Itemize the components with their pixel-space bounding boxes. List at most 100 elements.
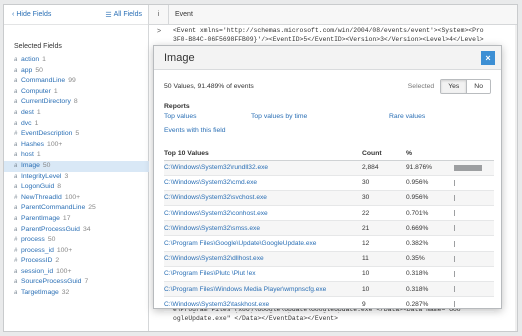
field-name[interactable]: SourceProcessGuid: [21, 277, 81, 288]
events-header: i Event: [149, 5, 517, 25]
field-item[interactable]: a Computer 1: [14, 87, 148, 98]
value-cell[interactable]: C:\Program Files\Windows Media Player\wm…: [164, 281, 362, 298]
field-item[interactable]: a session_id 100+: [14, 267, 148, 278]
value-cell[interactable]: C:\Windows\System32\svchost.exe: [164, 190, 362, 207]
table-row[interactable]: C:\Windows\System32\conhost.exe 22 0.701%: [164, 205, 494, 222]
field-type-icon: a: [14, 99, 18, 106]
info-column-header[interactable]: i: [149, 5, 169, 24]
field-count: 8: [57, 183, 62, 191]
table-row[interactable]: C:\Program Files\Plutc \Plut !ex 10 0.318%: [164, 266, 494, 283]
field-name[interactable]: process: [21, 235, 45, 246]
field-name[interactable]: ProcessID: [21, 256, 52, 267]
field-name[interactable]: dvc: [21, 119, 32, 130]
field-item[interactable]: a host 1: [14, 150, 148, 161]
expand-caret-icon[interactable]: >: [149, 26, 169, 46]
top-values-by-time-link[interactable]: Top values by time: [251, 113, 307, 120]
field-item[interactable]: a CommandLine 99: [14, 76, 148, 87]
field-type-icon: a: [14, 120, 18, 127]
table-row[interactable]: C:\Windows\System32\svchost.exe 30 0.956%: [164, 190, 494, 207]
table-row[interactable]: C:\Windows\System32\taskhost.exe 9 0.287%: [164, 296, 494, 313]
bar-cell: [454, 220, 494, 237]
field-name[interactable]: process_id: [21, 246, 54, 257]
value-cell[interactable]: C:\Windows\System32\cmd.exe: [164, 175, 362, 191]
no-button[interactable]: No: [467, 79, 490, 93]
field-item[interactable]: a SourceProcessGuid 7: [14, 277, 148, 288]
field-name[interactable]: LogonGuid: [21, 182, 54, 193]
field-item[interactable]: # process 50: [14, 235, 148, 246]
field-type-icon: a: [14, 173, 18, 180]
field-name[interactable]: TargetImage: [21, 288, 59, 299]
field-item[interactable]: a Image 50: [4, 160, 149, 172]
field-name[interactable]: EventDescription: [21, 129, 72, 140]
field-name[interactable]: IntegrityLevel: [21, 172, 61, 183]
event-row[interactable]: > <Event xmlns='http://schemas.microsoft…: [149, 26, 517, 46]
bar-cell: [454, 281, 494, 298]
field-item[interactable]: # ProcessID 2: [14, 256, 148, 267]
field-name[interactable]: dest: [21, 108, 34, 119]
hide-fields-button[interactable]: ‹ Hide Fields: [12, 11, 51, 18]
events-scrollbar[interactable]: [515, 25, 517, 331]
field-name[interactable]: host: [21, 150, 34, 161]
field-item[interactable]: a action 1: [14, 55, 148, 66]
field-item[interactable]: a dvc 1: [14, 119, 148, 130]
count-column-header: Count: [362, 147, 406, 161]
table-row[interactable]: C:\Windows\System32\dllhost.exe 11 0.35%: [164, 251, 494, 267]
rare-values-link[interactable]: Rare values: [389, 113, 425, 120]
count-cell: 30: [362, 175, 406, 191]
table-row[interactable]: C:\Windows\System32\cmd.exe 30 0.956%: [164, 175, 494, 191]
value-cell[interactable]: C:\Windows\System32\smss.exe: [164, 220, 362, 237]
event-column-header[interactable]: Event: [169, 5, 193, 24]
yes-button[interactable]: Yes: [441, 79, 468, 93]
field-type-icon: #: [14, 258, 18, 265]
field-item[interactable]: a Hashes 100+: [14, 140, 148, 151]
percent-column-header: %: [406, 147, 454, 161]
field-item[interactable]: a dest 1: [14, 108, 148, 119]
field-name[interactable]: session_id: [21, 267, 53, 278]
field-name[interactable]: action: [21, 55, 39, 66]
field-name[interactable]: ParentCommandLine: [21, 203, 85, 214]
field-type-icon: #: [14, 237, 18, 244]
table-row[interactable]: C:\Program Files\Windows Media Player\wm…: [164, 281, 494, 298]
field-name[interactable]: Hashes: [21, 140, 44, 151]
reports-section: Reports Top values Top values by time Ra…: [164, 103, 491, 134]
field-name[interactable]: NewThreadId: [21, 193, 62, 204]
field-item[interactable]: a IntegrityLevel 3: [14, 172, 148, 183]
all-fields-button[interactable]: ☰ All Fields: [105, 11, 142, 19]
table-row[interactable]: C:\Windows\System32\smss.exe 21 0.669%: [164, 220, 494, 237]
percent-cell: 0.382%: [406, 235, 454, 252]
value-cell[interactable]: C:\Windows\System32\dllhost.exe: [164, 251, 362, 267]
field-name[interactable]: CommandLine: [21, 76, 65, 87]
field-summary-modal: Image × 50 Values, 91.489% of events Sel…: [153, 45, 502, 313]
top-values-link[interactable]: Top values: [164, 113, 197, 120]
field-name[interactable]: ParentImage: [21, 214, 60, 225]
field-item[interactable]: a ParentProcessGuid 34: [14, 225, 148, 236]
field-item[interactable]: a TargetImage 32: [14, 288, 148, 299]
field-type-icon: a: [14, 152, 18, 159]
field-item[interactable]: a LogonGuid 8: [14, 182, 148, 193]
percent-cell: 0.669%: [406, 220, 454, 237]
field-name[interactable]: Computer: [21, 87, 51, 98]
events-with-field-link[interactable]: Events with this field: [164, 127, 491, 134]
value-cell[interactable]: C:\Program Files\Plutc \Plut !ex: [164, 266, 362, 283]
field-item[interactable]: a ParentImage 17: [14, 214, 148, 225]
value-cell[interactable]: C:\Windows\System32\conhost.exe: [164, 205, 362, 222]
value-cell[interactable]: C:\Windows\System32\rundll32.exe: [164, 160, 362, 176]
field-item[interactable]: # process_id 100+: [14, 246, 148, 257]
field-name[interactable]: Image: [21, 161, 40, 172]
close-icon[interactable]: ×: [481, 50, 495, 65]
value-cell[interactable]: C:\Windows\System32\taskhost.exe: [164, 296, 362, 313]
field-item[interactable]: a app 50: [14, 66, 148, 77]
field-item[interactable]: a CurrentDirectory 8: [14, 97, 148, 108]
field-item[interactable]: # NewThreadId 100+: [14, 193, 148, 204]
field-type-icon: #: [14, 247, 18, 254]
field-type-icon: a: [14, 226, 18, 233]
field-item[interactable]: a ParentCommandLine 25: [14, 203, 148, 214]
field-item[interactable]: # EventDescription 5: [14, 129, 148, 140]
table-row[interactable]: C:\Windows\System32\rundll32.exe 2,884 91.…: [164, 160, 494, 176]
modal-header: Image ×: [154, 46, 501, 70]
table-row[interactable]: C:\Program Files\Google\Update\GoogleUpd…: [164, 235, 494, 252]
field-name[interactable]: CurrentDirectory: [21, 97, 71, 108]
field-name[interactable]: app: [21, 66, 32, 77]
value-cell[interactable]: C:\Program Files\Google\Update\GoogleUpd…: [164, 235, 362, 252]
field-name[interactable]: ParentProcessGuid: [21, 225, 80, 236]
